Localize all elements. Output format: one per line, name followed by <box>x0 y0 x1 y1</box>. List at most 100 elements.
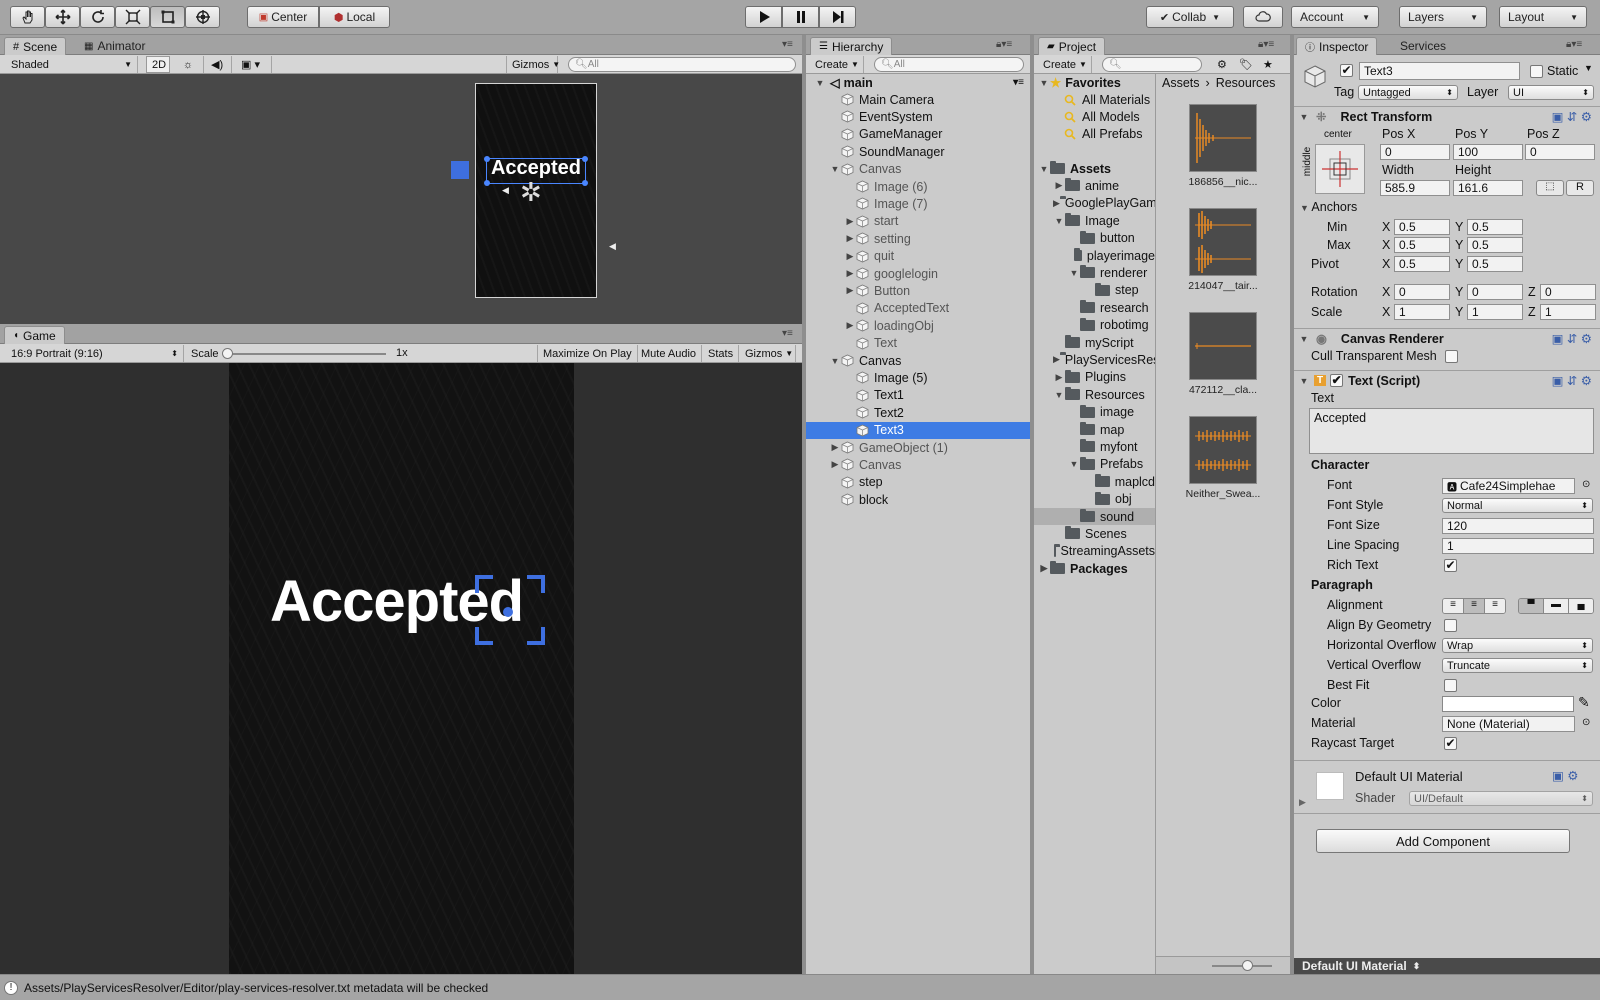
raw-edit-button[interactable]: R <box>1566 180 1594 196</box>
hierarchy-item[interactable]: ▼ Canvas <box>806 161 1030 178</box>
rotation-x-field[interactable]: 0 <box>1394 284 1450 300</box>
object-picker-icon[interactable]: ⊙ <box>1582 717 1590 728</box>
expanded-arrow-icon[interactable]: ▼ <box>1300 203 1311 213</box>
project-folder-item[interactable]: myScript <box>1034 334 1155 351</box>
rect-transform-header[interactable]: ▼ ⁜ Rect Transform ▣ ⇵ ⚙︎ <box>1294 106 1600 126</box>
text-enabled-checkbox[interactable]: ✔ <box>1330 374 1344 387</box>
audio-clip-label[interactable]: 214047__tair... <box>1156 280 1290 292</box>
project-folder-item[interactable]: ▼ Image <box>1034 212 1155 229</box>
scale-tool-button[interactable] <box>115 6 150 28</box>
panel-menu-icon[interactable]: 🔒︎▾≡ <box>996 39 1012 50</box>
tab-animator[interactable]: ▦ Animator <box>76 37 153 55</box>
filter-type-icon[interactable]: ⚙︎ <box>1212 56 1232 73</box>
collapsed-arrow-icon[interactable]: ▶ <box>844 320 856 331</box>
align-middle-button[interactable]: ▬ <box>1543 599 1568 613</box>
expanded-arrow-icon[interactable]: ▼ <box>1298 334 1310 344</box>
collapsed-arrow-icon[interactable]: ▶ <box>844 233 856 244</box>
expanded-arrow-icon[interactable]: ▼ <box>1068 459 1080 469</box>
expanded-arrow-icon[interactable]: ▼ <box>1053 216 1065 226</box>
maximize-on-play-toggle[interactable]: Maximize On Play <box>538 345 638 362</box>
rich-text-checkbox[interactable]: ✔ <box>1444 559 1457 572</box>
static-checkbox[interactable] <box>1530 65 1543 78</box>
2d-toggle[interactable]: 2D <box>146 56 170 73</box>
panel-divider[interactable] <box>1290 35 1294 974</box>
color-swatch[interactable] <box>1442 696 1574 712</box>
expanded-arrow-icon[interactable]: ▼ <box>1038 164 1050 174</box>
hierarchy-item[interactable]: ▶ Button <box>806 282 1030 299</box>
anchor-max-y-field[interactable]: 0.5 <box>1467 237 1523 253</box>
pivot-x-field[interactable]: 0.5 <box>1394 256 1450 272</box>
collapsed-arrow-icon[interactable]: ▶ <box>844 268 856 279</box>
scene-root-item[interactable]: ▼ ◁ main ▾≡ <box>806 74 1030 91</box>
audio-clip-thumbnail[interactable] <box>1189 312 1257 380</box>
audio-clip-thumbnail[interactable] <box>1189 208 1257 276</box>
pivot-y-field[interactable]: 0.5 <box>1467 256 1523 272</box>
scene-viewport[interactable]: Accepted ✲ ◀ ◀ <box>0 74 802 324</box>
favorite-item[interactable]: All Materials <box>1034 91 1155 108</box>
status-bar[interactable]: ! Assets/PlayServicesResolver/Editor/pla… <box>0 974 1600 1000</box>
project-folder-item[interactable]: ▼ Resources <box>1034 386 1155 403</box>
project-create-dropdown[interactable]: Create ▼ <box>1038 56 1092 73</box>
chevron-down-icon[interactable]: ▼ <box>1584 63 1593 73</box>
raycast-checkbox[interactable]: ✔ <box>1444 737 1457 750</box>
scale-slider-track[interactable] <box>226 353 386 355</box>
panel-menu-icon[interactable]: 🔒︎▾≡ <box>1258 39 1274 50</box>
expanded-arrow-icon[interactable]: ▼ <box>814 78 826 88</box>
project-folder-item[interactable]: StreamingAssets <box>1034 543 1155 560</box>
aspect-dropdown[interactable]: 16:9 Portrait (9:16) ⬍ <box>6 345 184 362</box>
audio-clip-label[interactable]: 186856__nic... <box>1156 176 1290 188</box>
rect-handle[interactable] <box>484 180 490 186</box>
gizmos-dropdown[interactable]: Gizmos ▼ <box>506 56 560 73</box>
scene-search-input[interactable]: 🔍︎ All <box>568 57 796 72</box>
project-folder-item[interactable]: myfont <box>1034 438 1155 455</box>
anchor-preset-button[interactable] <box>1315 144 1365 194</box>
expanded-arrow-icon[interactable]: ▼ <box>829 164 841 174</box>
project-folder-item[interactable]: maplcd <box>1034 473 1155 490</box>
width-field[interactable]: 585.9 <box>1380 180 1450 196</box>
expanded-arrow-icon[interactable]: ▼ <box>829 356 841 366</box>
expanded-arrow-icon[interactable]: ▼ <box>1038 78 1050 88</box>
collapsed-arrow-icon[interactable]: ▶ <box>829 442 841 453</box>
line-spacing-field[interactable]: 1 <box>1442 538 1594 554</box>
hierarchy-item[interactable]: GameManager <box>806 126 1030 143</box>
preview-footer[interactable]: Default UI Material ⬍ <box>1294 958 1600 974</box>
hierarchy-item[interactable]: ▶ googlelogin <box>806 265 1030 282</box>
tag-dropdown[interactable]: Untagged ⬍ <box>1358 85 1458 100</box>
panel-divider[interactable] <box>802 35 806 974</box>
expanded-arrow-icon[interactable]: ▼ <box>1298 376 1310 386</box>
effects-dropdown[interactable]: ▣ ▾ <box>236 56 272 73</box>
project-folder-item[interactable]: ▼ Prefabs <box>1034 456 1155 473</box>
audio-toggle[interactable]: ◀) <box>206 56 232 73</box>
play-button[interactable] <box>745 6 782 28</box>
layer-dropdown[interactable]: UI ⬍ <box>1508 85 1594 100</box>
lighting-toggle[interactable]: ☼ <box>178 56 204 73</box>
project-folder-item[interactable]: ▼ renderer <box>1034 264 1155 281</box>
panel-divider[interactable] <box>1030 35 1034 974</box>
cloud-button[interactable] <box>1243 6 1283 28</box>
hierarchy-item[interactable]: ▶ Canvas <box>806 456 1030 473</box>
anchor-min-x-field[interactable]: 0.5 <box>1394 219 1450 235</box>
pivot-center-button[interactable]: ▣ Center <box>247 6 319 28</box>
audio-clip-label[interactable]: Neither_Swea... <box>1156 488 1290 500</box>
hierarchy-item[interactable]: ▶ quit <box>806 248 1030 265</box>
collapsed-arrow-icon[interactable]: ▶ <box>844 216 856 227</box>
filter-label-icon[interactable]: 🏷︎ <box>1234 56 1258 73</box>
project-folder-item[interactable]: image <box>1034 404 1155 421</box>
favorite-item[interactable]: All Models <box>1034 108 1155 125</box>
h-overflow-dropdown[interactable]: Wrap ⬍ <box>1442 638 1593 653</box>
rotation-z-field[interactable]: 0 <box>1540 284 1596 300</box>
object-picker-icon[interactable]: ⊙ <box>1582 479 1590 490</box>
pivot-local-button[interactable]: ⬢ Local <box>319 6 390 28</box>
object-name-field[interactable]: Text3 <box>1359 62 1520 80</box>
align-top-button[interactable]: ▀ <box>1519 599 1543 613</box>
collapsed-arrow-icon[interactable]: ▶ <box>1038 563 1050 574</box>
v-overflow-dropdown[interactable]: Truncate ⬍ <box>1442 658 1593 673</box>
project-folder-item[interactable]: ▶ anime <box>1034 177 1155 194</box>
text-script-header[interactable]: ▼ T ✔ Text (Script) ▣ ⇵ ⚙︎ <box>1294 370 1600 390</box>
shading-dropdown[interactable]: Shaded ▼ <box>6 56 138 73</box>
expanded-arrow-icon[interactable]: ▼ <box>1068 268 1080 278</box>
collapsed-arrow-icon[interactable]: ▶ <box>829 459 841 470</box>
step-button[interactable] <box>819 6 856 28</box>
star-icon[interactable]: ★ <box>1258 56 1278 73</box>
help-icon[interactable]: ▣ ⚙︎ <box>1552 768 1579 783</box>
